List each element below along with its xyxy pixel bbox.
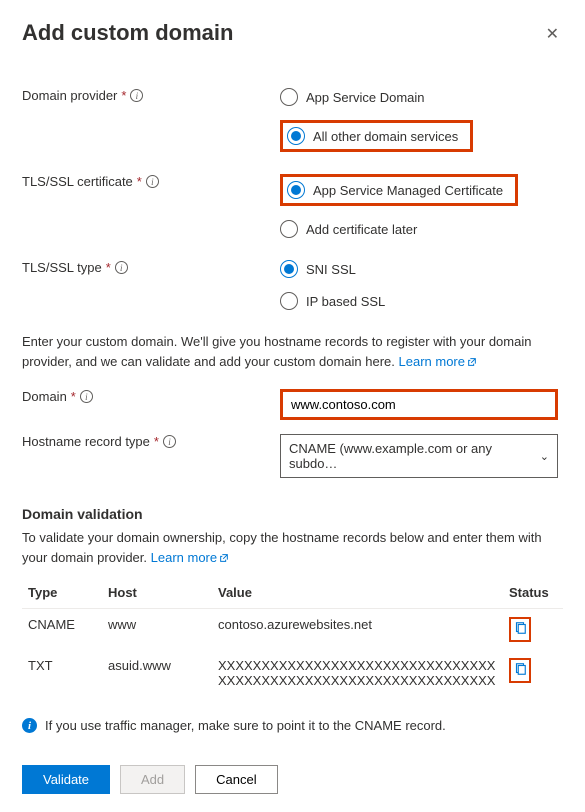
info-icon[interactable]: i xyxy=(80,390,93,403)
radio-icon xyxy=(287,127,305,145)
table-row: TXT asuid.www XXXXXXXXXXXXXXXXXXXXXXXXXX… xyxy=(22,650,563,696)
info-icon[interactable]: i xyxy=(115,261,128,274)
radio-icon xyxy=(280,220,298,238)
domain-label: Domain * i xyxy=(22,389,280,404)
cancel-button[interactable]: Cancel xyxy=(195,765,277,794)
add-button[interactable]: Add xyxy=(120,765,185,794)
info-icon[interactable]: i xyxy=(163,435,176,448)
learn-more-link[interactable]: Learn more xyxy=(151,550,229,565)
traffic-manager-note: i If you use traffic manager, make sure … xyxy=(22,718,563,733)
custom-domain-description: Enter your custom domain. We'll give you… xyxy=(22,332,563,371)
learn-more-link[interactable]: Learn more xyxy=(399,354,477,369)
validate-button[interactable]: Validate xyxy=(22,765,110,794)
th-value: Value xyxy=(212,577,503,609)
page-title: Add custom domain xyxy=(22,20,233,46)
table-row: CNAME www contoso.azurewebsites.net xyxy=(22,609,563,651)
external-link-icon xyxy=(467,353,477,363)
radio-app-service-managed-cert[interactable]: App Service Managed Certificate xyxy=(287,181,503,199)
domain-provider-label: Domain provider * i xyxy=(22,88,280,103)
radio-icon xyxy=(280,88,298,106)
domain-validation-heading: Domain validation xyxy=(22,506,563,522)
close-icon[interactable]: ✕ xyxy=(542,20,563,48)
info-icon[interactable]: i xyxy=(146,175,159,188)
domain-validation-desc: To validate your domain ownership, copy … xyxy=(22,528,563,567)
domain-input[interactable] xyxy=(280,389,558,420)
radio-ip-based-ssl[interactable]: IP based SSL xyxy=(280,292,385,310)
tls-type-label: TLS/SSL type * i xyxy=(22,260,280,275)
copy-icon[interactable] xyxy=(513,662,527,679)
tls-cert-label: TLS/SSL certificate * i xyxy=(22,174,280,189)
radio-all-other-domains[interactable]: All other domain services xyxy=(287,127,458,145)
radio-app-service-domain[interactable]: App Service Domain xyxy=(280,88,473,106)
external-link-icon xyxy=(219,549,229,559)
chevron-down-icon: ⌄ xyxy=(540,450,549,463)
radio-icon xyxy=(287,181,305,199)
hostname-records-table: Type Host Value Status CNAME www contoso… xyxy=(22,577,563,696)
radio-icon xyxy=(280,260,298,278)
hostname-record-type-label: Hostname record type * i xyxy=(22,434,280,449)
radio-icon xyxy=(280,292,298,310)
th-status: Status xyxy=(503,577,563,609)
radio-sni-ssl[interactable]: SNI SSL xyxy=(280,260,385,278)
info-icon[interactable]: i xyxy=(130,89,143,102)
th-host: Host xyxy=(102,577,212,609)
th-type: Type xyxy=(22,577,102,609)
copy-icon[interactable] xyxy=(513,621,527,638)
radio-add-cert-later[interactable]: Add certificate later xyxy=(280,220,518,238)
hostname-record-type-select[interactable]: CNAME (www.example.com or any subdo… ⌄ xyxy=(280,434,558,478)
info-icon: i xyxy=(22,718,37,733)
